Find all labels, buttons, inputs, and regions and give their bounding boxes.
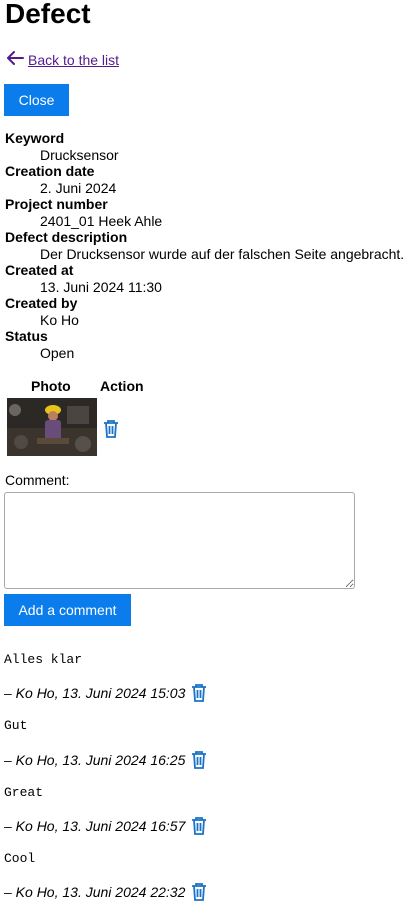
detail-value: 13. Juni 2024 11:30 — [40, 278, 162, 295]
defect-photo-thumbnail[interactable] — [7, 398, 97, 456]
comment-author-date: – Ko Ho, 13. Juni 2024 16:57 — [4, 818, 186, 834]
defect-details: Keyword Drucksensor Creation date 2. Jun… — [5, 130, 404, 361]
detail-value: 2. Juni 2024 — [40, 179, 117, 196]
detail-label: Status — [5, 328, 48, 344]
delete-comment-trash-icon[interactable] — [191, 883, 207, 901]
delete-comment-trash-icon[interactable] — [191, 684, 207, 702]
delete-comment-trash-icon[interactable] — [191, 817, 207, 835]
detail-label: Created by — [5, 295, 78, 311]
comment-text: Cool — [4, 851, 36, 866]
comment-author-date: – Ko Ho, 13. Juni 2024 16:25 — [4, 752, 186, 768]
comment-meta: – Ko Ho, 13. Juni 2024 15:03 — [4, 684, 207, 702]
comment-meta: – Ko Ho, 13. Juni 2024 16:25 — [4, 751, 207, 769]
detail-label: Created at — [5, 262, 74, 278]
comment-author-date: – Ko Ho, 13. Juni 2024 22:32 — [4, 884, 186, 900]
detail-value: Der Drucksensor wurde auf der falschen S… — [40, 245, 405, 262]
comment-meta: – Ko Ho, 13. Juni 2024 22:32 — [4, 883, 207, 901]
arrow-left-icon — [6, 51, 28, 68]
action-column-header: Action — [100, 378, 144, 394]
detail-label: Keyword — [5, 130, 65, 146]
detail-label: Defect description — [5, 229, 128, 245]
page-title: Defect — [5, 0, 91, 29]
comment-textarea[interactable] — [4, 492, 355, 589]
add-comment-button[interactable]: Add a comment — [4, 594, 131, 626]
back-link-label[interactable]: Back to the list — [28, 52, 119, 68]
detail-value: Open — [40, 344, 75, 361]
comment-label: Comment: — [5, 472, 70, 488]
comment-text: Alles klar — [4, 652, 83, 667]
comment-text: Gut — [4, 718, 28, 733]
detail-value: 2401_01 Heek Ahle — [40, 212, 163, 229]
detail-value: Ko Ho — [40, 311, 79, 328]
delete-photo-trash-icon[interactable] — [103, 420, 119, 438]
delete-comment-trash-icon[interactable] — [191, 751, 207, 769]
photo-column-header: Photo — [31, 378, 71, 394]
comment-author-date: – Ko Ho, 13. Juni 2024 15:03 — [4, 685, 186, 701]
detail-value: Drucksensor — [40, 146, 119, 163]
detail-label: Creation date — [5, 163, 95, 179]
comment-text: Great — [4, 785, 44, 800]
back-to-list-link[interactable]: Back to the list — [6, 51, 119, 68]
detail-label: Project number — [5, 196, 108, 212]
close-button[interactable]: Close — [4, 84, 69, 116]
comment-meta: – Ko Ho, 13. Juni 2024 16:57 — [4, 817, 207, 835]
